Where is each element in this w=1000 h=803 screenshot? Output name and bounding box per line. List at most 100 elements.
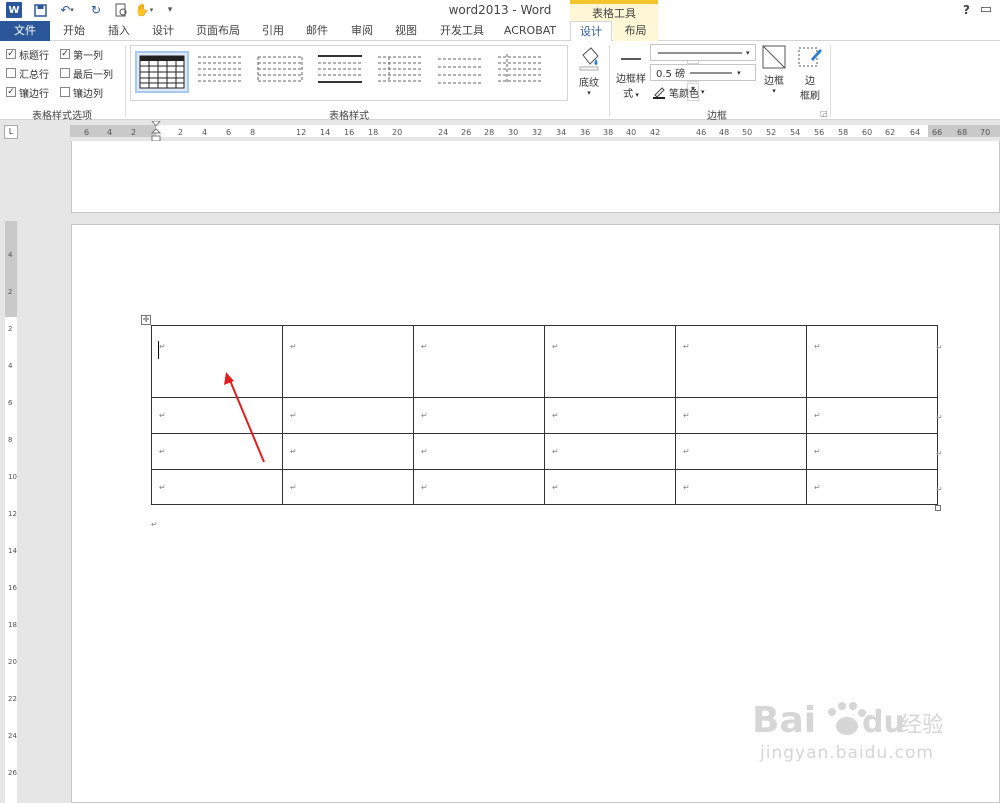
horizontal-ruler[interactable]: L 6 4 2 2 4 6 8 12 14 16 18 20 24 26 28 30 32 34 36 38 40 42 4…	[0, 121, 1000, 143]
tab-selector-icon[interactable]: L	[4, 125, 18, 139]
ruler-tick-label: 24	[8, 732, 17, 740]
chevron-down-icon: ▾	[587, 89, 591, 97]
header-row-checkbox[interactable]: ✓ 标题行	[6, 47, 49, 62]
table-cell[interactable]: ↵	[413, 325, 545, 398]
ruler-tick-label: 2	[178, 128, 184, 137]
tab-references[interactable]: 引用	[255, 21, 291, 41]
table-cell[interactable]: ↵	[544, 397, 676, 434]
table-cell[interactable]: ↵	[675, 397, 807, 434]
table-style-plain-5[interactable]	[435, 51, 489, 93]
tab-view[interactable]: 视图	[388, 21, 424, 41]
table-style-plain-4[interactable]	[375, 51, 429, 93]
ruler-tick-label: 30	[508, 128, 519, 137]
tab-page-layout[interactable]: 页面布局	[190, 21, 246, 41]
ruler-tick-label: 2	[8, 325, 13, 333]
table-cell[interactable]: ↵	[675, 433, 807, 470]
border-painter-label-2: 框刷	[800, 91, 820, 102]
table-cell[interactable]: ↵	[806, 397, 938, 434]
tab-acrobat[interactable]: ACROBAT	[500, 21, 560, 41]
table-cell[interactable]: ↵	[282, 325, 414, 398]
table-cell[interactable]: ↵	[806, 433, 938, 470]
ribbon-display-options-icon[interactable]: ▭	[980, 2, 992, 17]
ruler-tick-label: 36	[580, 128, 591, 137]
ruler-tick-label: 26	[8, 769, 17, 777]
border-styles-label-2: 式	[623, 89, 634, 100]
ruler-tick-label: 16	[8, 584, 17, 592]
ruler-tick-label: 26	[461, 128, 472, 137]
line-style-dropdown[interactable]: ▾	[650, 44, 756, 61]
tab-table-layout[interactable]: 布局	[613, 21, 658, 41]
total-row-checkbox[interactable]: 汇总行	[6, 66, 49, 81]
table-cell[interactable]: ↵	[806, 469, 938, 505]
last-column-label: 最后一列	[73, 69, 113, 81]
table-cell[interactable]: ↵	[282, 397, 414, 434]
tab-mailings[interactable]: 邮件	[299, 21, 335, 41]
total-row-label: 汇总行	[19, 69, 49, 81]
chevron-down-icon: ▾	[772, 87, 776, 95]
svg-text:du: du	[862, 705, 905, 740]
first-column-checkbox[interactable]: ✓ 第一列	[60, 47, 103, 62]
table-style-plain-3[interactable]	[315, 51, 369, 93]
ruler-tick-label: 32	[532, 128, 543, 137]
last-column-checkbox[interactable]: 最后一列	[60, 66, 113, 81]
tab-insert[interactable]: 插入	[101, 21, 137, 41]
table-cell[interactable]: ↵	[806, 325, 938, 398]
pen-color-button[interactable]: 笔颜色 ▾	[652, 85, 705, 100]
ruler-tick-label: 60	[862, 128, 873, 137]
table-style-plain-2[interactable]	[255, 51, 309, 93]
banded-columns-label: 镶边列	[73, 88, 103, 100]
table-cell[interactable]: ↵	[282, 469, 414, 505]
border-styles-button[interactable]: 边框样 式 ▾	[614, 45, 648, 105]
table-cell[interactable]: ↵	[413, 433, 545, 470]
table-cell[interactable]: ↵	[151, 469, 283, 505]
svg-text:经验: 经验	[900, 713, 942, 738]
tab-design-doc[interactable]: 设计	[145, 21, 181, 41]
ruler-tick-label: 40	[626, 128, 637, 137]
table-cell[interactable]: ↵	[413, 397, 545, 434]
tab-file[interactable]: 文件	[0, 21, 50, 41]
border-painter-button[interactable]: 边 框刷	[794, 45, 826, 105]
table-cell[interactable]: ↵	[675, 469, 807, 505]
indent-marker-icon[interactable]	[150, 121, 162, 143]
table-cell[interactable]: ↵	[544, 433, 676, 470]
banded-columns-checkbox[interactable]: 镶边列	[60, 85, 103, 100]
dialog-launcher-icon[interactable]: ◲	[820, 109, 828, 118]
table-cell[interactable]: ↵	[413, 469, 545, 505]
table-cell[interactable]: ↵	[544, 325, 676, 398]
table-style-grid[interactable]	[135, 51, 189, 93]
borders-button[interactable]: 边框 ▾	[759, 45, 789, 105]
check-icon: ✓	[6, 87, 16, 97]
ruler-tick-label: 4	[107, 128, 113, 137]
paragraph-mark: ↵	[151, 520, 158, 529]
table-style-plain-6[interactable]	[495, 51, 549, 93]
tab-developer[interactable]: 开发工具	[433, 21, 491, 41]
ruler-tick-label: 68	[957, 128, 968, 137]
ruler-tick-label: 2	[131, 128, 137, 137]
table-cell[interactable]: ↵	[675, 325, 807, 398]
ribbon-tabs: 文件 开始 插入 设计 页面布局 引用 邮件 审阅 视图 开发工具 ACROBA…	[0, 21, 1000, 42]
table-style-plain-1[interactable]	[195, 51, 249, 93]
tab-review[interactable]: 审阅	[344, 21, 380, 41]
ruler-tick-label: 62	[885, 128, 896, 137]
border-styles-label: 边框样	[616, 74, 646, 85]
table-cell[interactable]: ↵	[282, 433, 414, 470]
banded-rows-checkbox[interactable]: ✓ 镶边行	[6, 85, 49, 100]
tab-home[interactable]: 开始	[56, 21, 92, 41]
ruler-tick-label: 4	[8, 251, 13, 259]
table-move-handle-icon[interactable]: ✛	[141, 315, 151, 325]
ruler-tick-label: 18	[368, 128, 379, 137]
table-resize-handle[interactable]	[935, 505, 941, 511]
border-style-icon	[621, 58, 641, 60]
row-end-mark: ↵	[936, 343, 943, 352]
help-button[interactable]: ?	[963, 3, 970, 17]
ruler-tick-label: 16	[344, 128, 355, 137]
vertical-ruler[interactable]: 4 2 2 4 6 8 10 12 14 16 18 20 22 24 26	[0, 141, 20, 803]
table-styles-gallery[interactable]: ▲ ▼ ▾	[130, 45, 699, 101]
shading-button[interactable]: 底纹 ▾	[573, 45, 605, 105]
tab-table-design[interactable]: 设计	[570, 21, 612, 42]
ruler-tick-label: 6	[226, 128, 232, 137]
line-weight-dropdown[interactable]: 0.5 磅 ▾	[650, 64, 756, 81]
ruler-tick-label: 10	[8, 473, 17, 481]
watermark-url: jingyan.baidu.com	[760, 743, 934, 763]
table-cell[interactable]: ↵	[544, 469, 676, 505]
